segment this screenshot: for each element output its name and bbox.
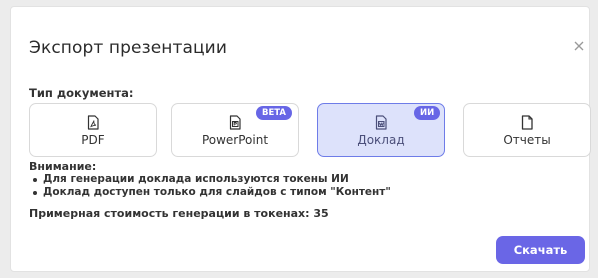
dialog-title: Экспорт презентации (29, 38, 227, 58)
beta-badge: BETA (256, 106, 293, 120)
word-file-icon (375, 115, 387, 130)
option-powerpoint-label: PowerPoint (201, 133, 269, 147)
cost-estimate: Примерная стоимость генерации в токенах:… (29, 207, 329, 220)
doc-type-label: Тип документа: (29, 86, 134, 100)
close-icon[interactable] (572, 39, 586, 53)
attention-heading: Внимание: (29, 160, 97, 173)
list-item: Для генерации доклада используются токен… (29, 173, 391, 186)
option-reports[interactable]: Отчеты (463, 103, 591, 157)
option-report-ai[interactable]: ИИ Доклад (317, 103, 445, 157)
list-item: Доклад доступен только для слайдов с тип… (29, 186, 391, 199)
ai-badge: ИИ (414, 106, 441, 120)
powerpoint-file-icon (229, 115, 241, 130)
option-reports-label: Отчеты (503, 133, 551, 147)
document-icon (521, 115, 533, 130)
option-pdf[interactable]: PDF (29, 103, 157, 157)
pdf-file-icon (87, 115, 99, 130)
option-report-label: Доклад (357, 133, 405, 147)
option-pdf-label: PDF (81, 133, 105, 147)
notes-list: Для генерации доклада используются токен… (29, 173, 391, 199)
download-button[interactable]: Скачать (496, 236, 585, 264)
option-powerpoint[interactable]: BETA PowerPoint (171, 103, 299, 157)
export-dialog: Экспорт презентации Тип документа: PDF B… (10, 6, 591, 272)
